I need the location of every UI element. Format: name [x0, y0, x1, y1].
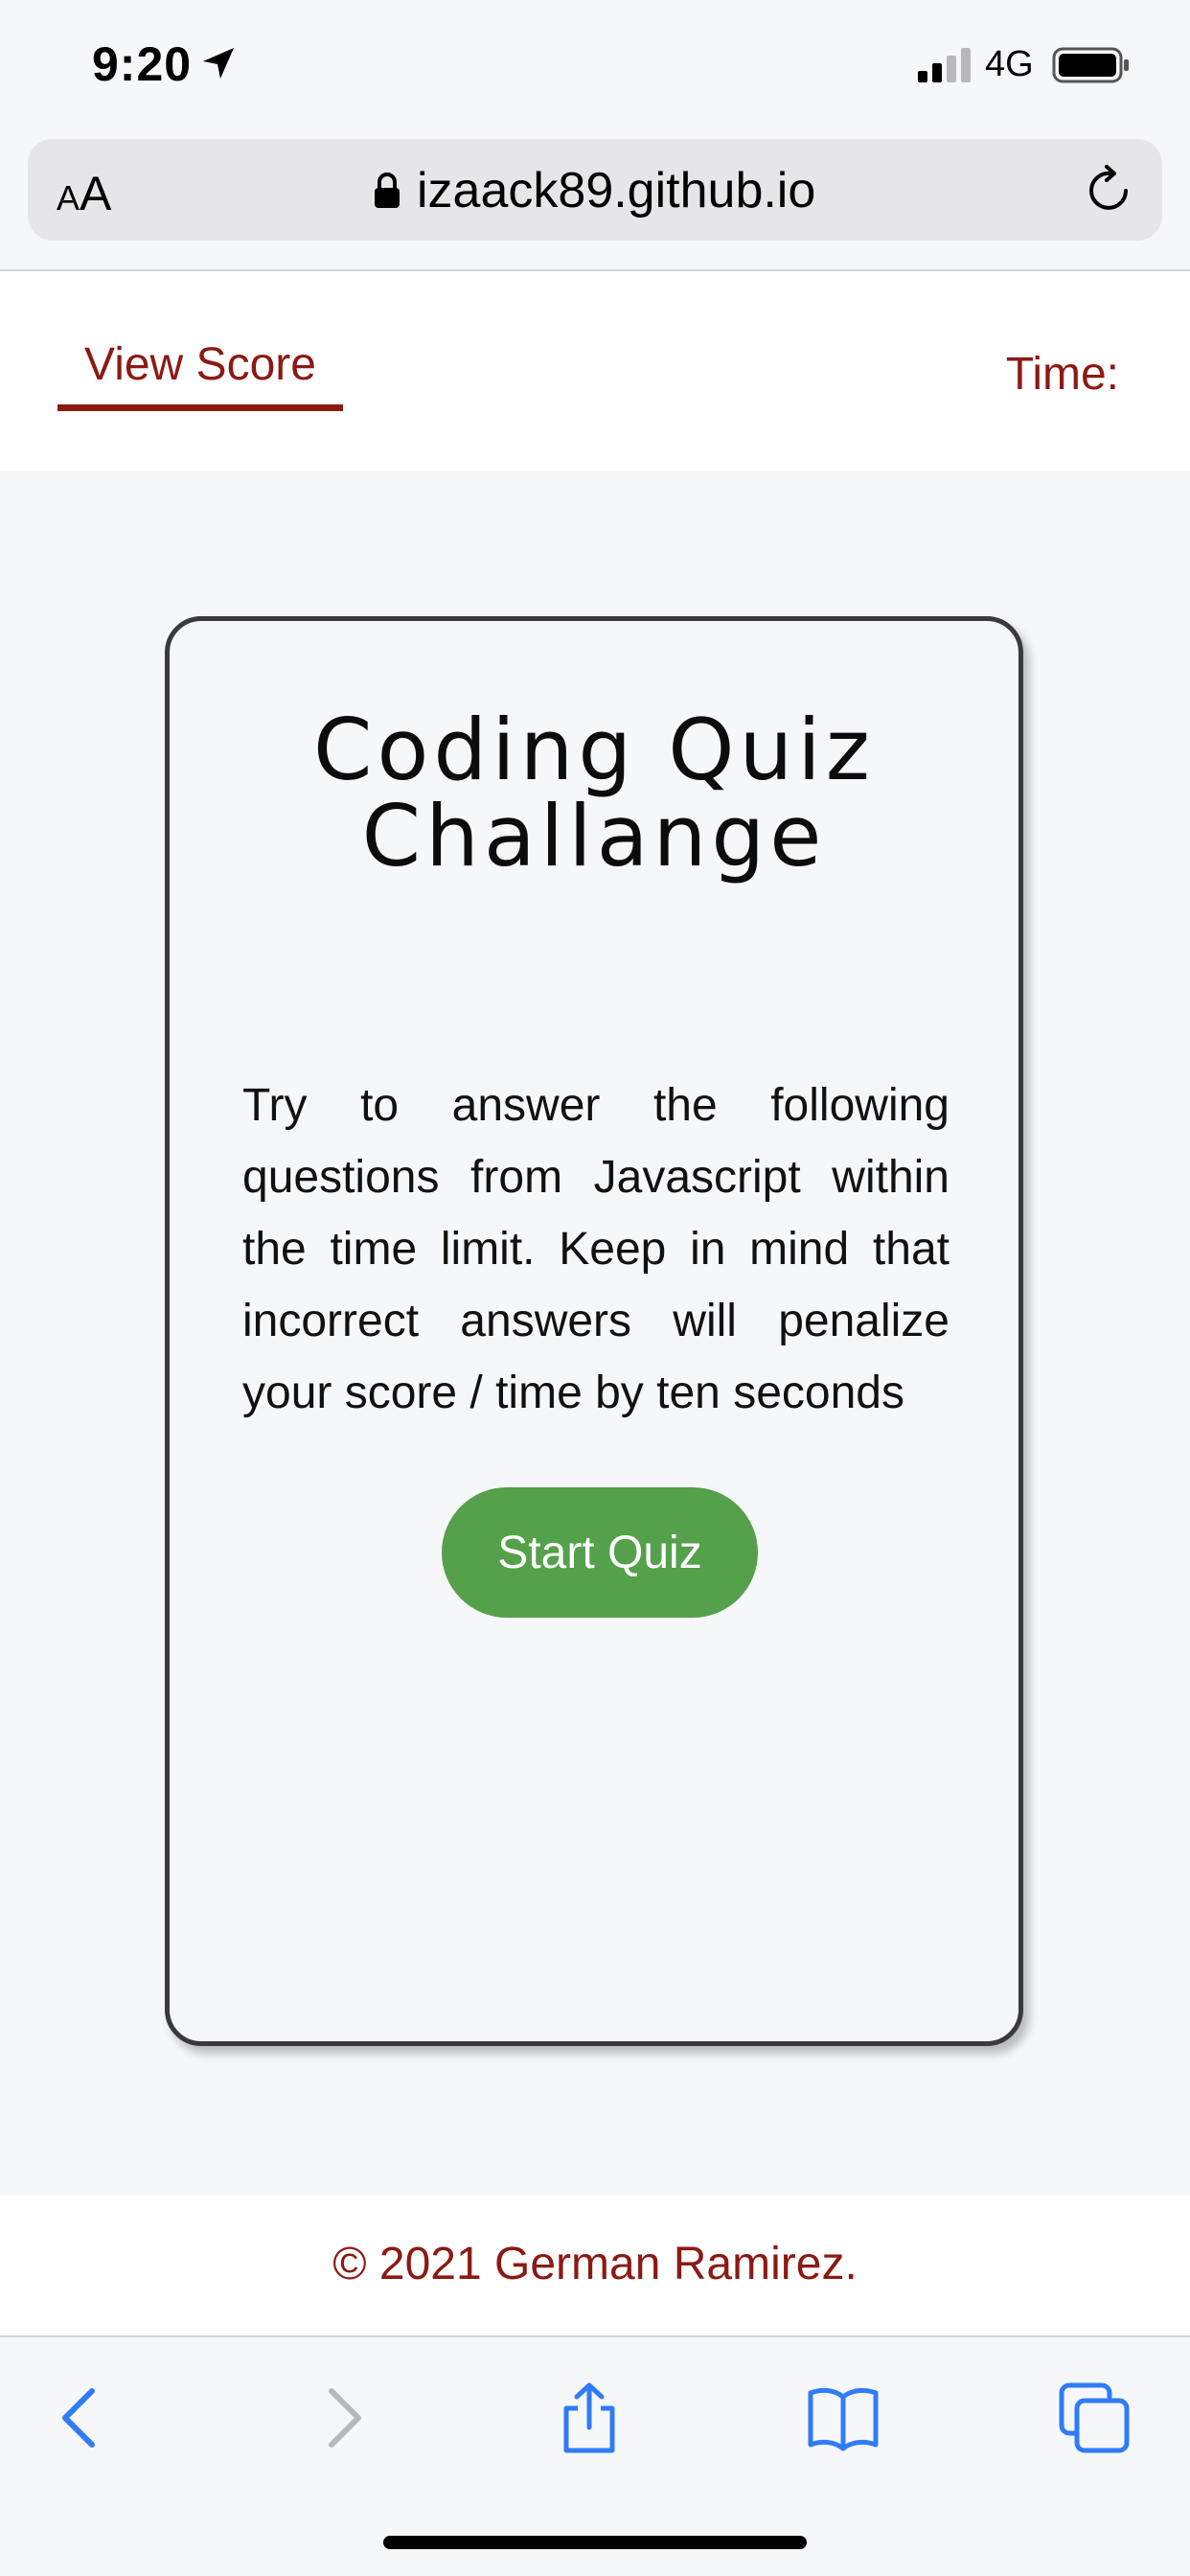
battery-icon [1052, 47, 1129, 83]
start-quiz-button[interactable]: Start Quiz [442, 1487, 758, 1618]
location-arrow-icon [203, 48, 234, 79]
main-content: Coding Quiz Challange Try to answer the … [0, 471, 1190, 2196]
quiz-description: Try to answer the following questions fr… [242, 1080, 950, 1418]
page-header: View Score Time: [0, 271, 1190, 471]
timer-label: Time: [1005, 349, 1119, 400]
status-time: 9:20 [92, 37, 193, 91]
network-type: 4G [985, 44, 1034, 84]
status-bar: 9:20 4G [0, 0, 1190, 129]
page-footer: © 2021 German Ramirez. [0, 2196, 1190, 2335]
address-bar[interactable]: AA izaack89.github.io [28, 139, 1162, 241]
signal-icon [918, 48, 971, 82]
share-icon[interactable] [551, 2380, 628, 2456]
back-icon[interactable] [44, 2380, 121, 2456]
quiz-card: Coding Quiz Challange Try to answer the … [165, 616, 1023, 2046]
forward-icon[interactable] [303, 2380, 379, 2456]
reload-icon[interactable] [1084, 164, 1137, 218]
home-indicator [383, 2536, 807, 2549]
view-score-link[interactable]: View Score [57, 338, 343, 411]
text-size-button[interactable]: AA [57, 166, 111, 221]
url-text: izaack89.github.io [417, 163, 816, 218]
bookmarks-icon[interactable] [805, 2380, 881, 2456]
lock-icon [375, 172, 400, 208]
copyright-text: © 2021 German Ramirez. [332, 2239, 858, 2289]
url-display[interactable]: izaack89.github.io [373, 162, 815, 219]
tabs-icon[interactable] [1056, 2380, 1133, 2456]
quiz-title: Coding Quiz Challange [313, 701, 875, 886]
